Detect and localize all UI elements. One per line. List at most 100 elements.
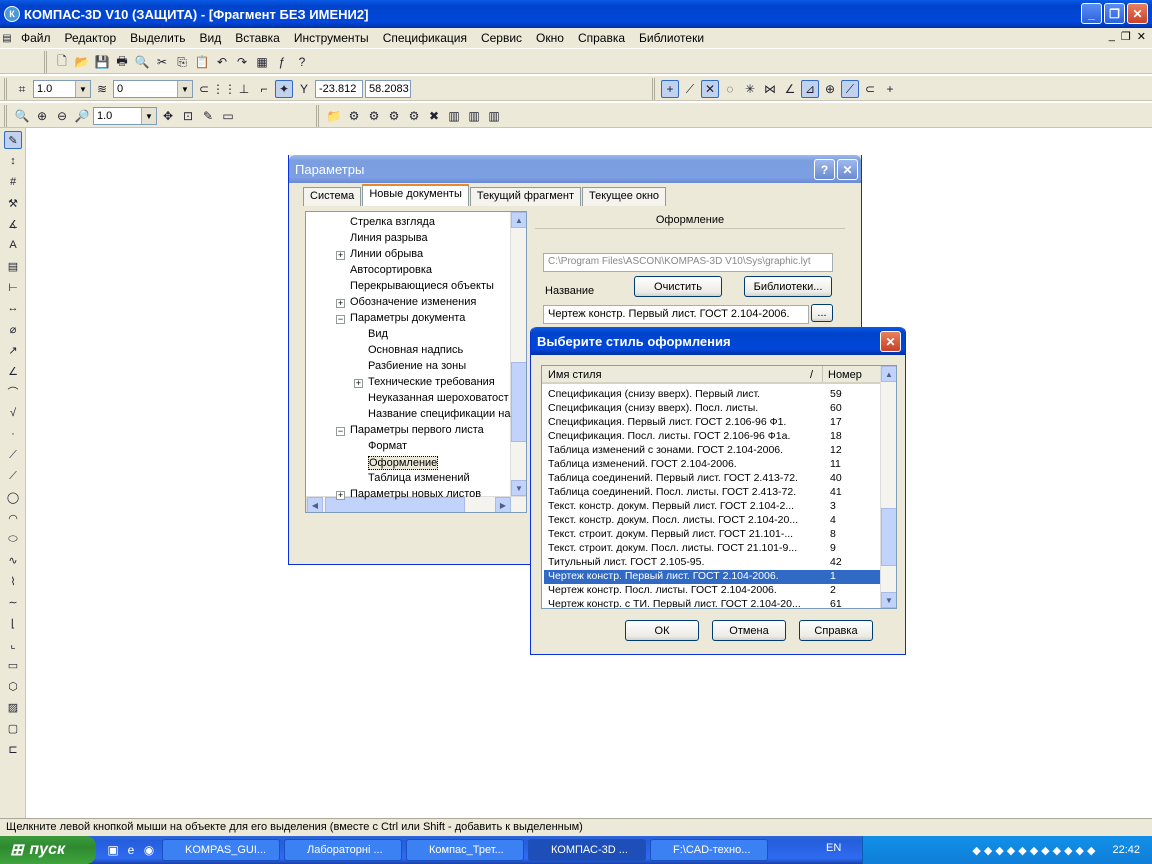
tab-current-window[interactable]: Текущее окно <box>582 187 667 206</box>
library-manager-icon[interactable]: 📁 <box>325 107 343 125</box>
menu-insert[interactable]: Вставка <box>228 31 287 45</box>
new-document-icon[interactable]: 🗋 <box>53 53 71 71</box>
list-item[interactable]: Чертеж констр. с ТИ. Первый лист. ГОСТ 2… <box>544 598 880 608</box>
library-icon-4[interactable]: ⚙ <box>385 107 403 125</box>
layer-combo[interactable]: 0 ▼ <box>113 80 193 98</box>
snap-tangent-icon[interactable]: ◌ <box>721 80 739 98</box>
library-icon-5[interactable]: ⚙ <box>405 107 423 125</box>
list-item[interactable]: Таблица изменений с зонами. ГОСТ 2.104-2… <box>544 444 880 458</box>
polygon-icon[interactable]: ⬡ <box>4 677 22 695</box>
browser-icon[interactable]: ◉ <box>140 841 158 859</box>
ellipse-icon[interactable]: ⬭ <box>4 530 22 548</box>
geometry-tool-icon[interactable]: ✎ <box>4 131 22 149</box>
menu-specification[interactable]: Спецификация <box>376 31 474 45</box>
auxiliary-line-icon[interactable]: ⟋ <box>4 446 22 464</box>
arc-dim-icon[interactable]: ⌒ <box>4 383 22 401</box>
list-item[interactable]: Текст. строит. докум. Первый лист. ГОСТ … <box>544 528 880 542</box>
magnet-icon[interactable]: ⊂ <box>195 80 213 98</box>
radius-dim-icon[interactable]: ↗ <box>4 341 22 359</box>
scroll-down-icon[interactable]: ▼ <box>511 480 526 496</box>
list-item[interactable]: Спецификация (снизу вверх). Первый лист.… <box>544 388 880 402</box>
cut-icon[interactable]: ✂ <box>153 53 171 71</box>
bezier-icon[interactable]: ∼ <box>4 593 22 611</box>
clear-button[interactable]: Очистить <box>634 276 722 297</box>
layers-icon[interactable]: ≋ <box>93 80 111 98</box>
equidistant-icon[interactable]: ⊏ <box>4 740 22 758</box>
menu-edit[interactable]: Редактор <box>58 31 124 45</box>
roughness-icon[interactable]: √ <box>4 404 22 422</box>
mdi-close-icon[interactable]: ✕ <box>1137 30 1146 43</box>
list-item[interactable]: Чертеж констр. Посл. листы. ГОСТ 2.104-2… <box>544 584 880 598</box>
edit-tool-icon[interactable]: ⚒ <box>4 194 22 212</box>
snap-angle-icon[interactable]: ∠ <box>781 80 799 98</box>
menu-file[interactable]: Файл <box>14 31 58 45</box>
library-icon-8[interactable]: ▥ <box>465 107 483 125</box>
fit-all-icon[interactable]: ⊡ <box>179 107 197 125</box>
show-desktop-icon[interactable]: ▣ <box>104 841 122 859</box>
tree-node[interactable]: Обозначение изменения <box>350 296 476 308</box>
tree-node[interactable]: Параметры новых листов <box>350 488 481 500</box>
chevron-down-icon[interactable]: ▼ <box>177 81 192 97</box>
context-help-icon[interactable]: ? <box>293 53 311 71</box>
snap-nearest-icon[interactable]: ⟋ <box>681 80 699 98</box>
menu-help[interactable]: Справка <box>571 31 632 45</box>
library-icon-6[interactable]: ✖ <box>425 107 443 125</box>
contour-icon[interactable]: ▢ <box>4 719 22 737</box>
settings-tree[interactable]: ▲ ▼ ◀ ▶ Стрелка взгляда Линия разрыва + Лин… <box>305 211 527 513</box>
menu-window[interactable]: Окно <box>529 31 571 45</box>
chamfer-icon[interactable]: ⌊ <box>4 614 22 632</box>
rectangle-icon[interactable]: ▭ <box>4 656 22 674</box>
horizontal-dim-icon[interactable]: ↔ <box>4 299 22 317</box>
parametrize-tool-icon[interactable]: ∡ <box>4 215 22 233</box>
close-icon[interactable]: ✕ <box>880 331 901 352</box>
style-list-vscrollbar[interactable]: ▲ ▼ <box>880 366 896 608</box>
tree-node[interactable]: Разбиение на зоны <box>368 360 466 372</box>
ie-icon[interactable]: e <box>122 841 140 859</box>
ok-button[interactable]: ОК <box>625 620 699 641</box>
paste-icon[interactable]: 📋 <box>193 53 211 71</box>
spline-icon[interactable]: ∿ <box>4 551 22 569</box>
tree-expander-icon[interactable]: + <box>336 491 345 500</box>
linear-dim-icon[interactable]: ⊢ <box>4 278 22 296</box>
zoom-scale-icon[interactable]: 🔎 <box>73 107 91 125</box>
tree-node[interactable]: Автосортировка <box>350 264 432 276</box>
close-icon[interactable]: ✕ <box>837 159 858 180</box>
list-item[interactable]: Таблица соединений. Посл. листы. ГОСТ 2.… <box>544 486 880 500</box>
tree-vscrollbar[interactable]: ▲ ▼ <box>510 212 526 496</box>
tree-node[interactable]: Неуказанная шероховатост <box>368 392 509 404</box>
arc-icon[interactable]: ◠ <box>4 509 22 527</box>
scale-combo[interactable]: 1.0 ▼ <box>33 80 91 98</box>
save-icon[interactable]: 💾 <box>93 53 111 71</box>
library-icon-9[interactable]: ▥ <box>485 107 503 125</box>
mdi-restore-icon[interactable]: ❐ <box>1121 30 1131 43</box>
tree-expander-icon[interactable]: − <box>336 315 345 324</box>
dimensions-tool-icon[interactable]: ↕ <box>4 152 22 170</box>
copy-icon[interactable]: ⎘ <box>173 53 191 71</box>
symbols-tool-icon[interactable]: # <box>4 173 22 191</box>
segment-icon[interactable]: ⟋ <box>4 467 22 485</box>
scroll-thumb[interactable] <box>881 508 896 566</box>
grid-icon[interactable]: ⋮⋮ <box>212 80 236 98</box>
snap-intersection-icon[interactable]: ✕ <box>701 80 719 98</box>
help-icon[interactable]: ? <box>814 159 835 180</box>
snap-normal-icon[interactable]: ✳ <box>741 80 759 98</box>
ortho-icon[interactable]: ⌐ <box>255 80 273 98</box>
zoom-window-icon[interactable]: ⊕ <box>33 107 51 125</box>
language-indicator[interactable]: EN <box>826 842 841 854</box>
axes-icon[interactable]: ⊥ <box>235 80 253 98</box>
menu-libraries[interactable]: Библиотеки <box>632 31 711 45</box>
libraries-button[interactable]: Библиотеки... <box>744 276 832 297</box>
fillet-icon[interactable]: ⌞ <box>4 635 22 653</box>
list-item[interactable]: Чертеж констр. Первый лист. ГОСТ 2.104-2… <box>544 570 880 584</box>
scroll-thumb[interactable] <box>511 362 526 442</box>
scroll-up-icon[interactable]: ▲ <box>881 366 896 382</box>
library-icon-7[interactable]: ▥ <box>445 107 463 125</box>
cancel-button[interactable]: Отмена <box>712 620 786 641</box>
properties-panel-icon[interactable]: ▭ <box>219 107 237 125</box>
snap-point-icon[interactable]: + <box>661 80 679 98</box>
col-style-name[interactable]: Имя стиля <box>548 369 602 381</box>
scroll-down-icon[interactable]: ▼ <box>881 592 896 608</box>
list-item[interactable]: Таблица изменений. ГОСТ 2.104-2006. 11 <box>544 458 880 472</box>
snap-midpoint-icon[interactable]: ⋈ <box>761 80 779 98</box>
menu-service[interactable]: Сервис <box>474 31 529 45</box>
